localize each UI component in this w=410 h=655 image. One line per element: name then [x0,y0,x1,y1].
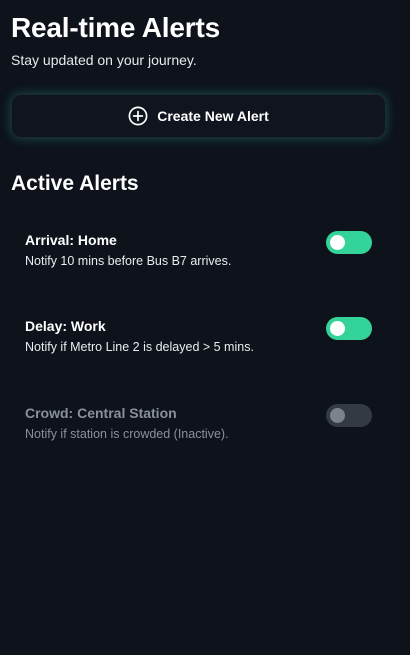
alert-item-crowd-central-station: Crowd: Central Station Notify if station… [25,404,372,446]
alerts-page: Real-time Alerts Stay updated on your jo… [0,0,410,655]
alert-name: Arrival: Home [25,232,117,248]
alert-name: Delay: Work [25,318,106,334]
page-title: Real-time Alerts [11,12,220,43]
alert-name: Crowd: Central Station [25,405,177,421]
alert-toggle-crowd-central-station[interactable] [326,404,372,427]
toggle-knob [330,408,345,423]
alert-toggle-delay-work[interactable] [326,317,372,340]
active-alerts-heading: Active Alerts [11,172,139,195]
create-new-alert-label: Create New Alert [157,108,269,124]
page-subtitle: Stay updated on your journey. [11,52,197,68]
alert-item-arrival-home: Arrival: Home Notify 10 mins before Bus … [25,231,372,273]
create-new-alert-button[interactable]: Create New Alert [11,94,386,138]
alert-item-delay-work: Delay: Work Notify if Metro Line 2 is de… [25,317,372,359]
toggle-knob [330,235,345,250]
alert-description: Notify 10 mins before Bus B7 arrives. [25,254,232,268]
alert-toggle-arrival-home[interactable] [326,231,372,254]
toggle-knob [330,321,345,336]
plus-circle-icon [128,106,148,126]
alert-description: Notify if Metro Line 2 is delayed > 5 mi… [25,340,254,354]
alert-description: Notify if station is crowded (Inactive). [25,427,229,441]
